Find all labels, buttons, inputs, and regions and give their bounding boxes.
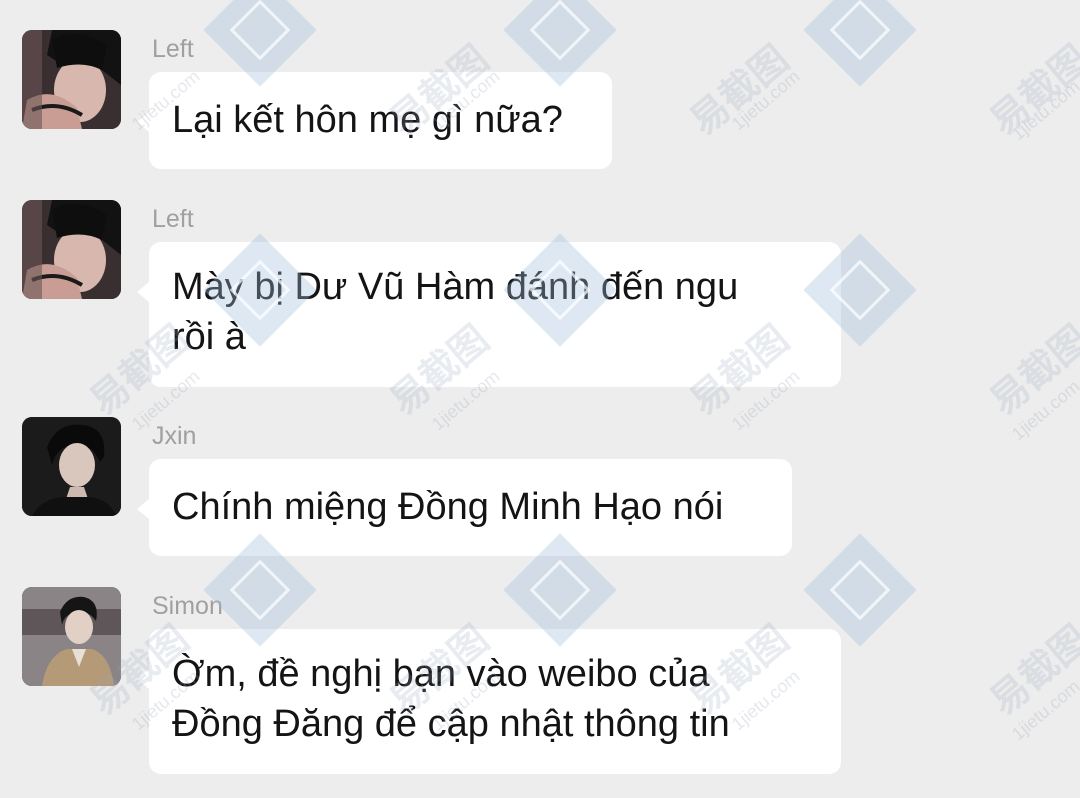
user-avatar-photo-icon bbox=[22, 200, 121, 299]
message-bubble[interactable]: Chính miệng Đồng Minh Hạo nói bbox=[137, 459, 792, 556]
message-text: Chính miệng Đồng Minh Hạo nói bbox=[172, 486, 724, 528]
sender-name: Simon bbox=[152, 592, 223, 620]
message-text-line: Mày bị Dư Vũ Hàm đánh đến ngu bbox=[172, 266, 739, 308]
sender-avatar[interactable] bbox=[22, 30, 121, 129]
sender-avatar[interactable] bbox=[22, 587, 121, 686]
user-avatar-photo-icon bbox=[22, 30, 121, 129]
message-bubble[interactable]: Mày bị Dư Vũ Hàm đánh đến ngu rồi à bbox=[137, 242, 841, 387]
sender-avatar[interactable] bbox=[22, 417, 121, 516]
message-text-line: Đồng Đăng để cập nhật thông tin bbox=[172, 703, 730, 745]
message-bubble[interactable]: Lại kết hôn mẹ gì nữa? bbox=[137, 72, 612, 169]
message-bubble[interactable]: Ờm, đề nghị bạn vào weibo của Đồng Đăng … bbox=[137, 629, 841, 774]
message-text-line: rồi à bbox=[172, 316, 246, 358]
sender-name: Left bbox=[152, 205, 194, 233]
user-avatar-photo-icon bbox=[22, 417, 121, 516]
sender-name: Left bbox=[152, 35, 194, 63]
sender-name: Jxin bbox=[152, 422, 197, 450]
user-avatar-photo-icon bbox=[22, 587, 121, 686]
message-text-line: Ờm, đề nghị bạn vào weibo của bbox=[172, 653, 710, 695]
message-text: Lại kết hôn mẹ gì nữa? bbox=[172, 99, 563, 141]
sender-avatar[interactable] bbox=[22, 200, 121, 299]
chat-message-list: Left Lại kết hôn mẹ gì nữa? Left Mày bị … bbox=[0, 0, 1080, 798]
